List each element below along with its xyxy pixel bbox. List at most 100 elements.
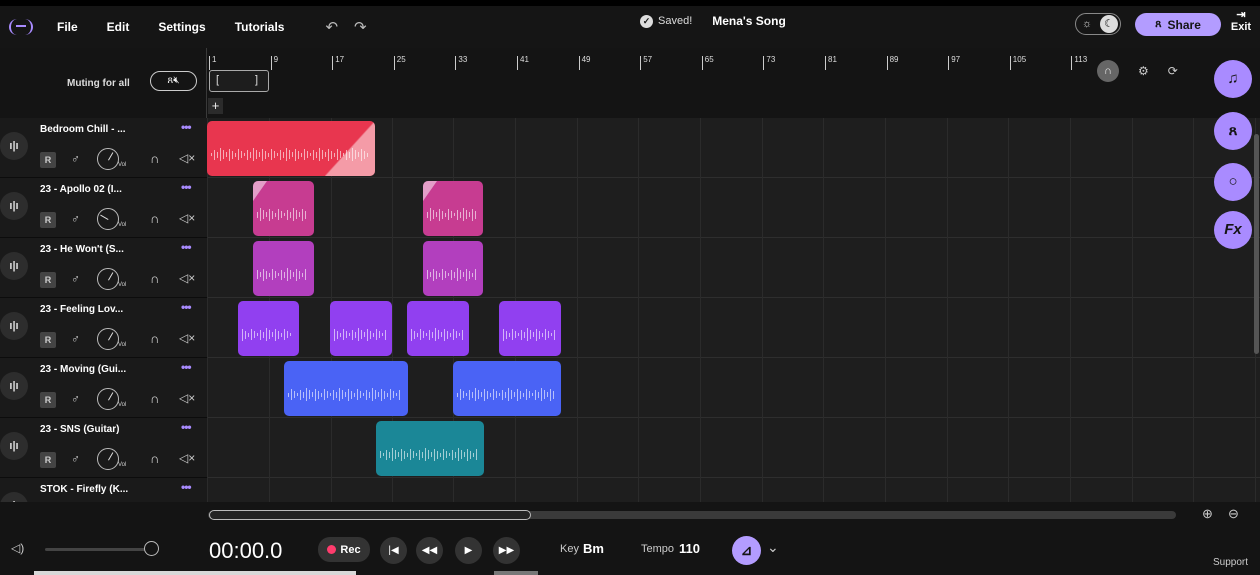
mute-icon[interactable]: ◁× xyxy=(179,151,195,165)
effects-icon[interactable]: ♂ xyxy=(71,452,80,466)
audio-clip[interactable] xyxy=(330,301,392,356)
headphones-icon[interactable]: ∩ xyxy=(150,151,159,166)
audio-clip[interactable] xyxy=(423,241,483,296)
track-lane[interactable] xyxy=(207,418,1260,478)
track-lane[interactable] xyxy=(207,238,1260,298)
mute-icon[interactable]: ◁× xyxy=(179,271,195,285)
menu-edit[interactable]: Edit xyxy=(107,20,130,34)
audio-clip[interactable] xyxy=(284,361,408,416)
headphones-icon[interactable]: ∩ xyxy=(1097,60,1119,82)
more-options-icon[interactable]: ••• xyxy=(181,240,192,254)
waveform-icon[interactable]: ı|ı xyxy=(0,312,28,340)
track-name[interactable]: 23 - Moving (Gui... xyxy=(40,364,165,375)
waveform-icon[interactable]: ı|ı xyxy=(0,432,28,460)
waveform-icon[interactable]: ı|ı xyxy=(0,252,28,280)
track-name[interactable]: STOK - Firefly (K... xyxy=(40,484,165,495)
headphones-icon[interactable]: ∩ xyxy=(150,211,159,226)
loop-end-handle[interactable]: ] xyxy=(255,74,258,86)
track-name[interactable]: 23 - Feeling Lov... xyxy=(40,304,165,315)
waveform-icon[interactable]: ı|ı xyxy=(0,132,28,160)
audio-clip[interactable] xyxy=(499,301,561,356)
rewind-button[interactable]: ◀◀ xyxy=(416,537,443,564)
audio-clip[interactable] xyxy=(253,181,314,236)
zoom-in-icon[interactable]: ⊕ xyxy=(1202,506,1213,522)
more-options-icon[interactable]: ••• xyxy=(181,420,192,434)
headphones-icon[interactable]: ∩ xyxy=(150,451,159,466)
more-options-icon[interactable]: ••• xyxy=(181,120,192,134)
headphones-icon[interactable]: ∩ xyxy=(150,391,159,406)
record-arm-button[interactable]: R xyxy=(40,452,56,468)
skip-to-start-button[interactable]: |◀ xyxy=(380,537,407,564)
track-lane[interactable] xyxy=(207,178,1260,238)
effects-icon[interactable]: ♂ xyxy=(71,392,80,406)
track-lane[interactable] xyxy=(207,478,1260,502)
menu-settings[interactable]: Settings xyxy=(158,20,205,34)
chevron-down-icon[interactable]: ⌄ xyxy=(767,539,779,556)
track-name[interactable]: 23 - He Won't (S... xyxy=(40,244,165,255)
vertical-scrollbar[interactable] xyxy=(1254,134,1259,354)
audio-clip[interactable] xyxy=(207,121,375,176)
effects-icon[interactable]: ♂ xyxy=(71,332,80,346)
record-arm-button[interactable]: R xyxy=(40,272,56,288)
more-options-icon[interactable]: ••• xyxy=(181,360,192,374)
redo-icon[interactable]: ↷ xyxy=(354,18,367,36)
timeline-ruler[interactable]: 1 9 17 25 33 41 49 57 65 73 81 89 97 105 113 xyxy=(207,48,1097,70)
waveform-icon[interactable]: ı|ı xyxy=(0,192,28,220)
effects-icon[interactable]: ♂ xyxy=(71,272,80,286)
audio-clip[interactable] xyxy=(453,361,561,416)
speaker-icon[interactable]: ◁) xyxy=(11,541,24,555)
volume-knob[interactable] xyxy=(97,208,119,230)
horizontal-scrollbar-thumb[interactable] xyxy=(209,510,531,520)
audio-clip[interactable] xyxy=(238,301,299,356)
share-button[interactable]: ጸ Share xyxy=(1135,13,1221,36)
headphones-icon[interactable]: ∩ xyxy=(150,331,159,346)
volume-knob[interactable] xyxy=(97,148,119,170)
master-volume-slider[interactable] xyxy=(45,548,153,551)
chat-button[interactable]: ○ xyxy=(1214,163,1252,201)
effects-icon[interactable]: ♂ xyxy=(71,152,80,166)
more-options-icon[interactable]: ••• xyxy=(181,180,192,194)
theme-toggle[interactable]: ☼ ☾ xyxy=(1075,13,1121,35)
track-name[interactable]: 23 - SNS (Guitar) xyxy=(40,424,165,435)
app-logo[interactable] xyxy=(9,19,33,35)
menu-file[interactable]: File xyxy=(57,20,78,34)
audio-clip[interactable] xyxy=(376,421,484,476)
track-name[interactable]: Bedroom Chill - ... xyxy=(40,124,165,135)
fast-forward-button[interactable]: ▶▶ xyxy=(493,537,520,564)
record-arm-button[interactable]: R xyxy=(40,212,56,228)
audio-clip[interactable] xyxy=(423,181,483,236)
more-options-icon[interactable]: ••• xyxy=(181,480,192,494)
volume-knob[interactable] xyxy=(97,328,119,350)
waveform-icon[interactable]: ı|ı xyxy=(0,372,28,400)
exit-button[interactable]: ⇥ Exit xyxy=(1226,9,1256,33)
mute-icon[interactable]: ◁× xyxy=(179,331,195,345)
undo-icon[interactable]: ↶ xyxy=(325,18,338,36)
key-value[interactable]: Bm xyxy=(583,541,604,556)
record-arm-button[interactable]: R xyxy=(40,332,56,348)
loop-region[interactable]: [ ] xyxy=(209,70,269,92)
loop-icon[interactable]: ⟳ xyxy=(1168,64,1178,78)
mute-icon[interactable]: ◁× xyxy=(179,391,195,405)
effects-icon[interactable]: ♂ xyxy=(71,212,80,226)
more-options-icon[interactable]: ••• xyxy=(181,300,192,314)
volume-knob[interactable] xyxy=(97,268,119,290)
add-track-button[interactable]: + xyxy=(208,98,223,114)
headphones-icon[interactable]: ∩ xyxy=(150,271,159,286)
music-note-button[interactable]: ♫ xyxy=(1214,60,1252,98)
mute-icon[interactable]: ◁× xyxy=(179,451,195,465)
mute-icon[interactable]: ◁× xyxy=(179,211,195,225)
audio-clip[interactable] xyxy=(253,241,314,296)
effects-button[interactable]: Fx xyxy=(1214,211,1252,249)
waveform-icon[interactable]: ı|ı xyxy=(0,492,28,502)
volume-knob[interactable] xyxy=(97,388,119,410)
volume-knob[interactable] xyxy=(97,448,119,470)
record-arm-button[interactable]: R xyxy=(40,392,56,408)
audio-clip[interactable] xyxy=(407,301,469,356)
menu-tutorials[interactable]: Tutorials xyxy=(235,20,285,34)
zoom-out-icon[interactable]: ⊖ xyxy=(1228,506,1239,522)
loop-start-handle[interactable]: [ xyxy=(216,74,219,86)
gear-icon[interactable]: ⚙ xyxy=(1138,64,1149,78)
tempo-value[interactable]: 110 xyxy=(679,541,700,556)
collaborators-button[interactable]: ጸ xyxy=(1214,112,1252,150)
metronome-button[interactable]: ⊿ xyxy=(732,536,761,565)
